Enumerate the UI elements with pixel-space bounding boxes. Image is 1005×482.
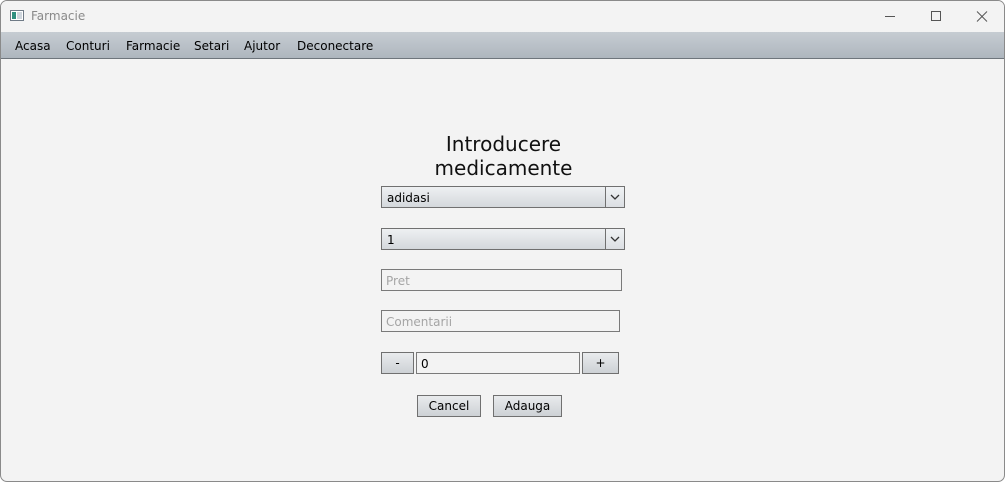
menu-bar: Acasa Conturi Farmacie Setari Ajutor Dec…: [1, 32, 1004, 59]
page-title: Introducere medicamente: [434, 132, 573, 180]
title-bar: Farmacie: [1, 1, 1004, 32]
quantity-select[interactable]: 1: [381, 228, 625, 250]
price-field[interactable]: Pret: [381, 269, 622, 291]
app-window: Farmacie Acasa Conturi Farmacie Setari A…: [0, 0, 1005, 482]
medicine-select[interactable]: adidasi: [381, 186, 625, 208]
medicine-select-value: adidasi: [387, 191, 430, 205]
quantity-select-value: 1: [387, 233, 395, 247]
minimize-icon: [885, 16, 895, 17]
app-icon: [10, 10, 24, 21]
maximize-button[interactable]: [913, 1, 959, 32]
main-content: Introducere medicamente adidasi 1 Pret C…: [1, 59, 1004, 481]
close-button[interactable]: [959, 1, 1004, 32]
comments-placeholder: Comentarii: [386, 315, 453, 329]
increment-button[interactable]: +: [582, 352, 619, 374]
close-icon: [976, 11, 988, 22]
window-title: Farmacie: [31, 9, 86, 23]
add-button[interactable]: Adauga: [493, 395, 562, 417]
menu-item-acasa[interactable]: Acasa: [15, 39, 51, 53]
menu-item-deconectare[interactable]: Deconectare: [297, 39, 373, 53]
chevron-down-icon: [610, 194, 620, 200]
medicine-select-dropdown[interactable]: [605, 187, 624, 207]
quantity-stepper[interactable]: 0: [416, 352, 580, 374]
chevron-down-icon: [610, 236, 620, 242]
menu-item-farmacie[interactable]: Farmacie: [126, 39, 180, 53]
price-placeholder: Pret: [386, 274, 410, 288]
menu-item-ajutor[interactable]: Ajutor: [244, 39, 280, 53]
menu-item-setari[interactable]: Setari: [194, 39, 229, 53]
menu-item-conturi[interactable]: Conturi: [66, 39, 110, 53]
decrement-button[interactable]: -: [381, 352, 414, 374]
minimize-button[interactable]: [867, 1, 913, 32]
maximize-icon: [931, 11, 941, 21]
stepper-value: 0: [421, 357, 429, 371]
quantity-select-dropdown[interactable]: [605, 229, 624, 249]
cancel-button[interactable]: Cancel: [417, 395, 481, 417]
comments-field[interactable]: Comentarii: [381, 310, 620, 332]
